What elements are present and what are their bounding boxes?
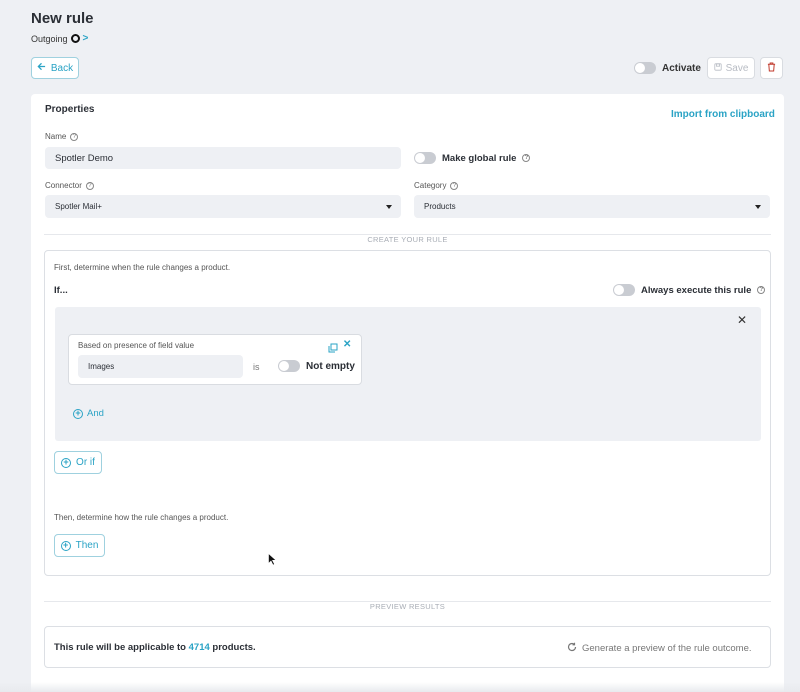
remove-condition-icon[interactable]: ✕ (343, 339, 351, 350)
back-label: Back (50, 62, 74, 74)
and-label: And (87, 408, 104, 419)
applicable-suffix: products. (212, 642, 256, 653)
trash-icon (767, 59, 776, 77)
save-label: Save (725, 62, 749, 74)
operator-text: is (253, 362, 260, 372)
close-icon[interactable]: ✕ (737, 313, 747, 327)
toggle-switch[interactable] (278, 360, 300, 372)
toggle-switch[interactable] (634, 62, 656, 74)
activate-toggle[interactable]: Activate (634, 62, 701, 74)
plus-circle-icon: + (73, 408, 83, 419)
applicable-prefix: This rule will be applicable to (54, 642, 186, 653)
help-icon[interactable]: ? (85, 181, 94, 190)
help-icon[interactable]: ? (522, 154, 531, 162)
or-if-label: Or if (76, 457, 95, 468)
global-rule-toggle[interactable]: Make global rule ? (414, 152, 531, 164)
category-label: Category ? (414, 181, 459, 190)
category-select[interactable]: Products (414, 195, 770, 218)
not-empty-toggle[interactable]: Not empty (278, 360, 355, 372)
help-icon[interactable]: ? (450, 181, 459, 190)
if-label: If... (54, 285, 68, 296)
bottom-fade (0, 682, 800, 692)
field-select[interactable]: Images (78, 355, 243, 378)
activate-label: Activate (662, 62, 701, 74)
name-label: Name ? (45, 132, 79, 141)
breadcrumb-label: Outgoing (31, 33, 68, 44)
condition-title: Based on presence of field value (78, 341, 195, 350)
name-input[interactable]: Spotler Demo (45, 147, 401, 169)
arrow-left-icon (37, 62, 46, 74)
category-label-text: Category (414, 181, 447, 190)
always-execute-toggle[interactable]: Always execute this rule ? (613, 284, 766, 296)
circle-icon (70, 34, 80, 43)
mouse-cursor-icon (268, 552, 277, 571)
add-and-condition-button[interactable]: + And (73, 408, 104, 419)
delete-button[interactable] (760, 57, 783, 79)
name-label-text: Name (45, 132, 67, 141)
save-icon (713, 62, 722, 74)
generate-label: Generate a preview of the rule outcome. (582, 643, 752, 654)
add-or-if-button[interactable]: + Or if (54, 451, 102, 474)
preview-section-title: PREVIEW RESULTS (361, 602, 454, 611)
generate-preview-button[interactable]: Generate a preview of the rule outcome. (567, 642, 752, 655)
chevron-right-icon[interactable]: > (83, 33, 89, 44)
section-header-wrap: CREATE YOUR RULE (0, 229, 800, 247)
toggle-switch[interactable] (414, 152, 436, 164)
connector-label: Connector ? (45, 181, 94, 190)
first-instruction: First, determine when the rule changes a… (54, 263, 231, 272)
preview-header-wrap: PREVIEW RESULTS (0, 596, 800, 614)
import-from-clipboard-link[interactable]: Import from clipboard (671, 109, 775, 120)
breadcrumb[interactable]: Outgoing > (31, 33, 88, 44)
help-icon[interactable]: ? (757, 286, 766, 294)
page-title: New rule (31, 10, 94, 27)
help-icon[interactable]: ? (70, 132, 79, 141)
save-button[interactable]: Save (707, 57, 755, 79)
add-then-button[interactable]: + Then (54, 534, 105, 557)
plus-circle-icon: + (61, 457, 72, 468)
always-execute-label: Always execute this rule (641, 284, 752, 296)
then-instruction: Then, determine how the rule changes a p… (54, 513, 229, 522)
refresh-icon (567, 642, 577, 655)
plus-circle-icon: + (60, 540, 71, 551)
properties-heading: Properties (45, 104, 95, 115)
connector-label-text: Connector (45, 181, 82, 190)
back-button[interactable]: Back (31, 57, 79, 79)
product-count: 4714 (188, 642, 210, 653)
connector-select[interactable]: Spotler Mail+ (45, 195, 401, 218)
then-label: Then (75, 540, 99, 551)
toggle-switch[interactable] (613, 284, 635, 296)
not-empty-label: Not empty (306, 360, 355, 372)
copy-icon[interactable] (328, 340, 338, 358)
applicable-text: This rule will be applicable to 4714 pro… (54, 642, 256, 653)
create-rule-section-title: CREATE YOUR RULE (359, 235, 456, 244)
global-rule-label: Make global rule (442, 152, 517, 164)
